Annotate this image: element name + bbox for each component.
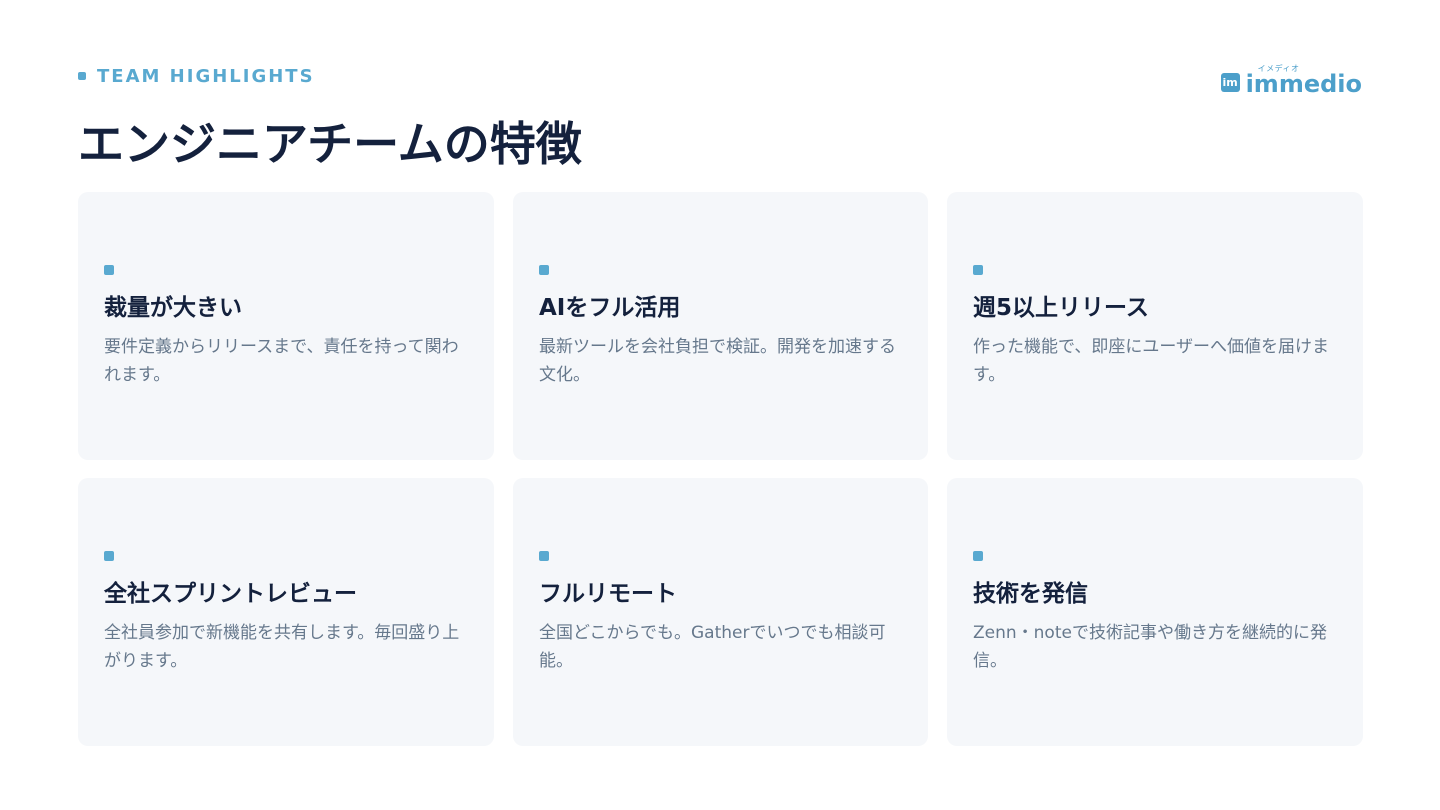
card-description: Zenn・noteで技術記事や働き方を継続的に発信。: [973, 623, 1327, 671]
card-square-icon: [539, 265, 549, 275]
feature-card: 週5以上リリース 作った機能で、即座にユーザーへ価値を届けます。: [947, 192, 1363, 460]
brand-wordmark: イメディオ immedio: [1245, 64, 1362, 98]
card-square-icon: [973, 265, 983, 275]
card-description: 要件定義からリリースまで、責任を持って関われます。: [104, 337, 459, 385]
card-square-icon: [104, 551, 114, 561]
feature-card: フルリモート 全国どこからでも。Gatherでいつでも相談可能。: [513, 478, 928, 746]
card-title: 裁量が大きい: [104, 295, 242, 321]
slide-header: TEAM HIGHLIGHTS エンジニアチームの特徴 im イメディオ imm…: [78, 62, 1362, 171]
card-title: AIをフル活用: [539, 295, 681, 321]
feature-card: 全社スプリントレビュー 全社員参加で新機能を共有します。毎回盛り上がります。: [78, 478, 494, 746]
eyebrow-square-icon: [78, 72, 86, 80]
feature-card: 裁量が大きい 要件定義からリリースまで、責任を持って関われます。: [78, 192, 494, 460]
card-title: 全社スプリントレビュー: [104, 581, 357, 607]
card-title: フルリモート: [539, 581, 677, 607]
card-description: 全国どこからでも。Gatherでいつでも相談可能。: [539, 623, 886, 671]
brand-logo-icon: im: [1220, 73, 1240, 92]
eyebrow-label: TEAM HIGHLIGHTS: [97, 65, 315, 87]
card-description: 全社員参加で新機能を共有します。毎回盛り上がります。: [104, 623, 460, 671]
eyebrow: TEAM HIGHLIGHTS: [78, 62, 1362, 90]
feature-card: 技術を発信 Zenn・noteで技術記事や働き方を継続的に発信。: [947, 478, 1363, 746]
feature-card: AIをフル活用 最新ツールを会社負担で検証。開発を加速する文化。: [513, 192, 928, 460]
brand-name: immedio: [1245, 70, 1362, 98]
page-title: エンジニアチームの特徴: [78, 117, 582, 171]
brand-logo: im イメディオ immedio: [1220, 64, 1362, 98]
card-square-icon: [104, 265, 114, 275]
card-title: 技術を発信: [973, 581, 1088, 607]
card-square-icon: [973, 551, 983, 561]
card-title: 週5以上リリース: [973, 295, 1149, 321]
card-description: 作った機能で、即座にユーザーへ価値を届けます。: [973, 337, 1329, 385]
card-description: 最新ツールを会社負担で検証。開発を加速する文化。: [539, 337, 896, 385]
card-square-icon: [539, 551, 549, 561]
feature-grid: 裁量が大きい 要件定義からリリースまで、責任を持って関われます。 AIをフル活用…: [78, 192, 1363, 746]
